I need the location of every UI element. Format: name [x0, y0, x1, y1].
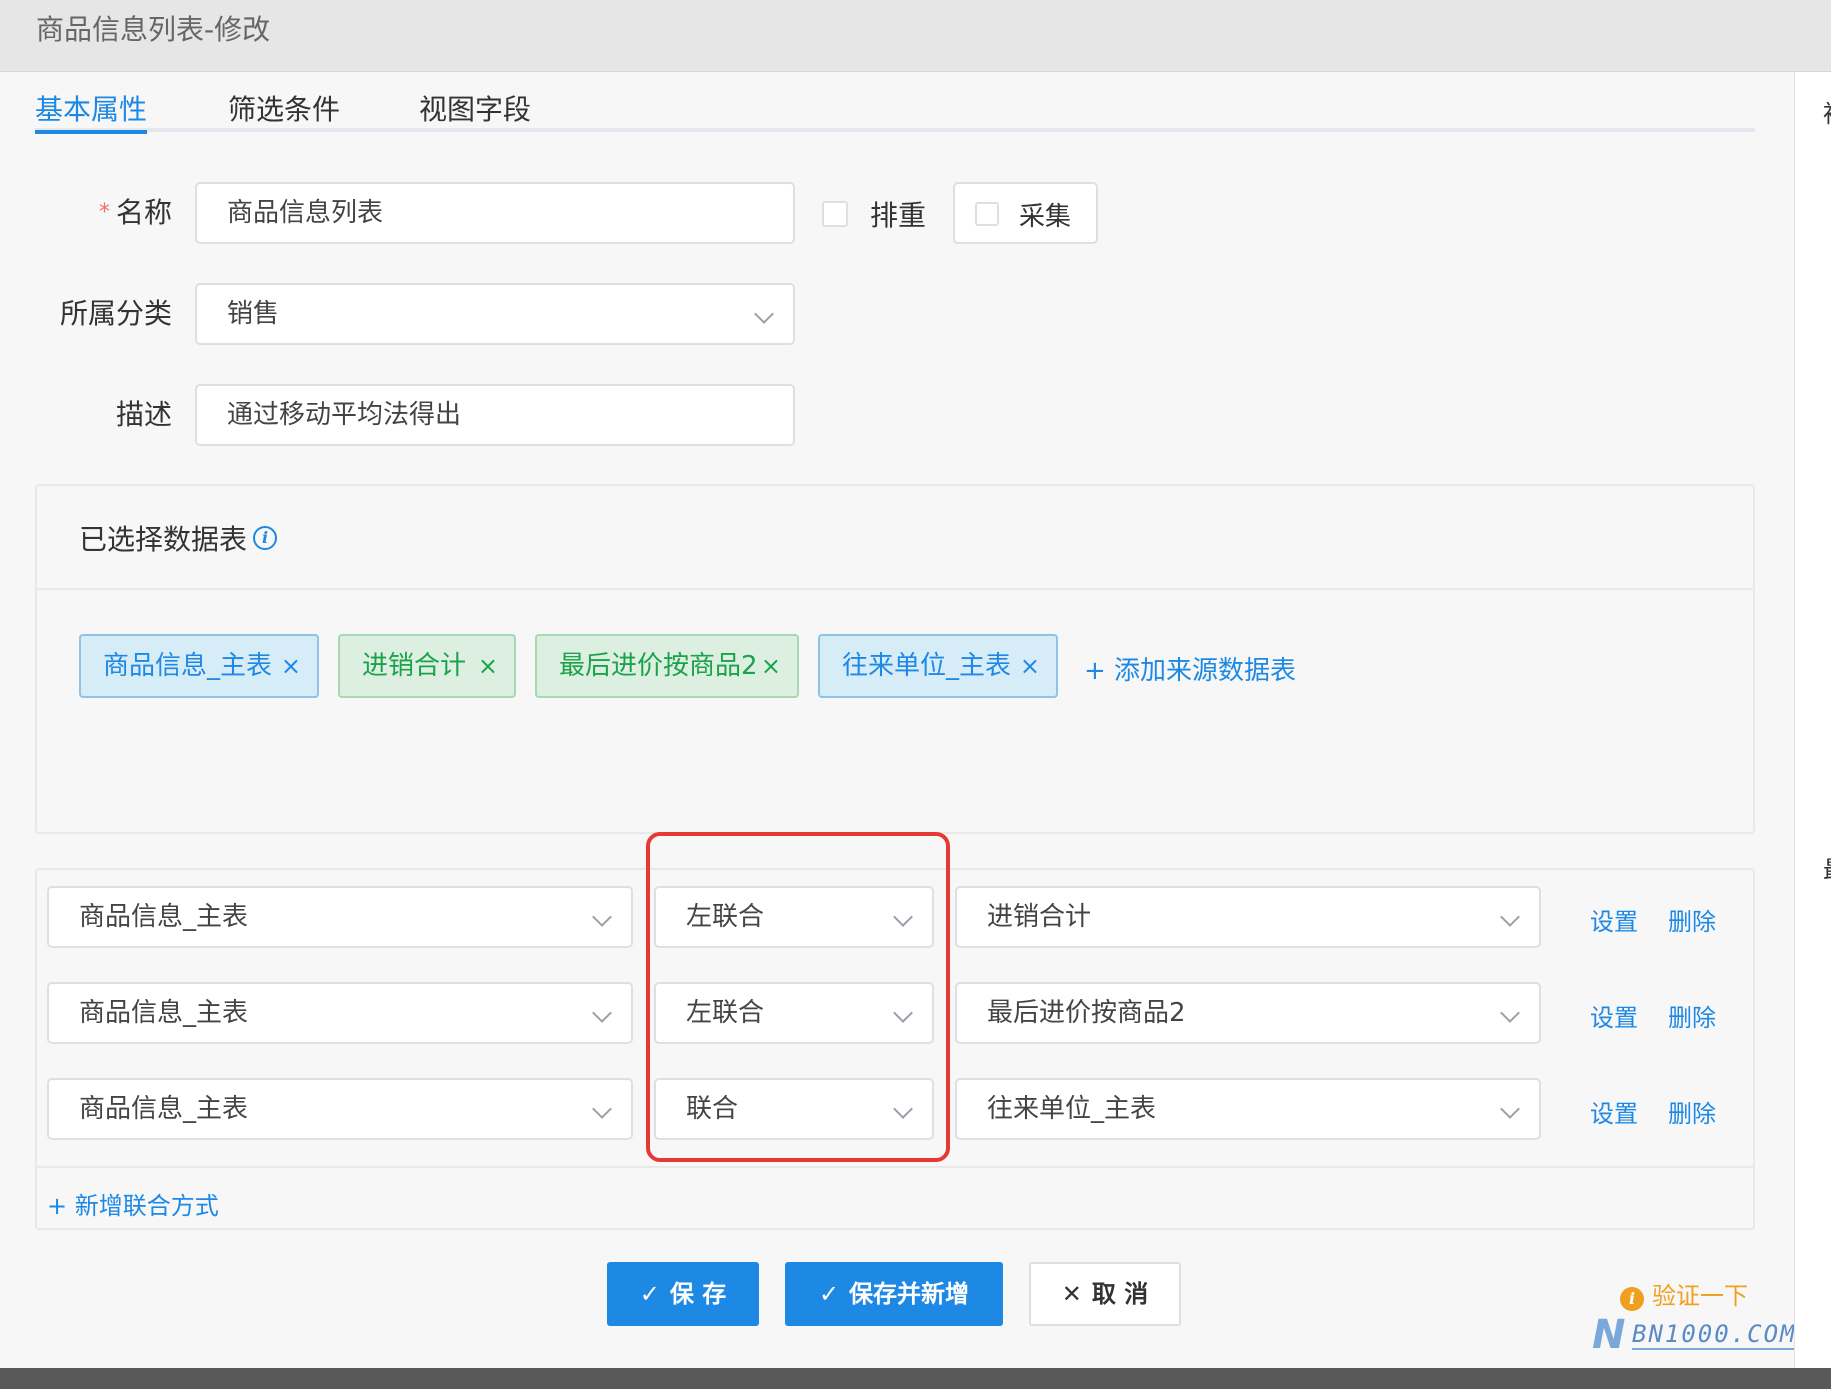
join-right-table-select[interactable]: 进销合计	[955, 886, 1541, 948]
join-right-table-select[interactable]: 往来单位_主表	[955, 1078, 1541, 1140]
check-icon: ✓	[818, 1280, 840, 1308]
background-window-edge: 袖 最	[1794, 72, 1831, 1368]
tab-bar: 基本属性 筛选条件 视图字段	[35, 90, 1755, 134]
join-left-table-select[interactable]: 商品信息_主表	[47, 1078, 633, 1140]
cancel-button-label: 取 消	[1091, 1280, 1149, 1308]
collect-checkbox[interactable]	[975, 202, 999, 226]
description-input[interactable]: 通过移动平均法得出	[195, 384, 795, 446]
selected-tables-panel: 已选择数据表 i 商品信息_主表 × 进销合计 × 最后进价按商品2 × 往来单…	[35, 484, 1755, 834]
chevron-down-icon	[592, 907, 612, 927]
cancel-button[interactable]: ✕ 取 消	[1029, 1262, 1181, 1326]
check-icon: ✓	[639, 1280, 660, 1308]
save-and-new-button[interactable]: ✓ 保存并新增	[785, 1262, 1003, 1326]
join-settings-link[interactable]: 设置	[1590, 998, 1638, 1033]
join-delete-link[interactable]: 删除	[1668, 998, 1716, 1033]
save-button[interactable]: ✓ 保 存	[607, 1262, 759, 1326]
join-right-table-value: 最后进价按商品2	[987, 998, 1186, 1028]
add-source-table-link[interactable]: + 添加来源数据表	[1084, 650, 1296, 687]
tab-active-indicator	[35, 130, 147, 134]
info-icon[interactable]: i	[253, 526, 277, 550]
close-icon[interactable]: ×	[1020, 636, 1040, 696]
collect-option[interactable]: 采集	[953, 182, 1098, 244]
join-right-table-value: 进销合计	[987, 902, 1092, 932]
watermark-text: BN1000.COM	[1632, 1320, 1797, 1350]
table-chip-label: 往来单位_主表	[842, 651, 1012, 681]
background-text: 袖	[1823, 94, 1831, 129]
dedupe-checkbox[interactable]	[822, 201, 848, 227]
join-settings-link[interactable]: 设置	[1590, 1094, 1638, 1129]
chevron-down-icon	[1500, 1099, 1520, 1119]
table-chip: 往来单位_主表 ×	[818, 634, 1058, 698]
category-select[interactable]: 销售	[195, 283, 795, 345]
selected-tables-header: 已选择数据表 i	[37, 486, 1753, 590]
table-chip: 进销合计 ×	[338, 634, 516, 698]
background-text: 最	[1823, 850, 1831, 885]
close-icon: ✕	[1061, 1280, 1082, 1308]
tab-basic-properties[interactable]: 基本属性	[35, 90, 147, 130]
dialog-titlebar: 商品信息列表-修改	[0, 0, 1831, 72]
table-chip-label: 最后进价按商品2	[559, 651, 758, 681]
category-label: 所属分类	[59, 297, 172, 330]
join-right-table-select[interactable]: 最后进价按商品2	[955, 982, 1541, 1044]
selected-tables-title: 已选择数据表	[79, 523, 248, 556]
chevron-down-icon	[754, 304, 774, 324]
category-value: 销售	[227, 299, 280, 329]
name-label: * 名称	[32, 182, 172, 244]
verify-label: 验证一下	[1652, 1282, 1748, 1310]
join-panel-divider	[37, 1166, 1753, 1168]
join-left-table-value: 商品信息_主表	[79, 902, 249, 932]
chevron-down-icon	[1500, 1003, 1520, 1023]
table-chip: 商品信息_主表 ×	[79, 634, 319, 698]
join-right-table-value: 往来单位_主表	[987, 1094, 1157, 1124]
dialog-body: 基本属性 筛选条件 视图字段 * 名称 商品信息列表 排重 采集 所属分类 销售 …	[0, 72, 1794, 1368]
tab-view-fields[interactable]: 视图字段	[419, 90, 531, 130]
verify-link[interactable]: i 验证一下	[1620, 1276, 1748, 1311]
join-type-highlight-box	[646, 832, 950, 1162]
table-chip-label: 商品信息_主表	[103, 651, 273, 681]
join-left-table-select[interactable]: 商品信息_主表	[47, 982, 633, 1044]
save-and-new-button-label: 保存并新增	[849, 1280, 970, 1308]
watermark-letter: N	[1592, 1312, 1626, 1358]
collect-label: 采集	[1019, 202, 1072, 232]
tab-filter-conditions[interactable]: 筛选条件	[228, 90, 340, 130]
chevron-down-icon	[1500, 907, 1520, 927]
close-icon[interactable]: ×	[478, 636, 498, 696]
close-icon[interactable]: ×	[281, 636, 301, 696]
join-left-table-value: 商品信息_主表	[79, 1094, 249, 1124]
chevron-down-icon	[592, 1099, 612, 1119]
watermark-logo: N BN1000.COM	[1592, 1312, 1797, 1358]
table-chip-label: 进销合计	[362, 651, 467, 681]
join-settings-link[interactable]: 设置	[1590, 902, 1638, 937]
table-chip: 最后进价按商品2 ×	[535, 634, 799, 698]
join-delete-link[interactable]: 删除	[1668, 902, 1716, 937]
dialog-title: 商品信息列表-修改	[36, 13, 271, 46]
warning-info-icon: i	[1620, 1287, 1644, 1311]
required-mark: *	[98, 200, 110, 225]
save-button-label: 保 存	[669, 1280, 727, 1308]
name-input[interactable]: 商品信息列表	[195, 182, 795, 244]
name-label-text: 名称	[115, 196, 172, 229]
chevron-down-icon	[592, 1003, 612, 1023]
join-delete-link[interactable]: 删除	[1668, 1094, 1716, 1129]
dedupe-label: 排重	[870, 199, 927, 232]
join-left-table-value: 商品信息_主表	[79, 998, 249, 1028]
description-label: 描述	[115, 398, 172, 431]
add-join-link[interactable]: + 新增联合方式	[47, 1186, 219, 1221]
background-bottom-bar	[0, 1368, 1831, 1389]
join-left-table-select[interactable]: 商品信息_主表	[47, 886, 633, 948]
close-icon[interactable]: ×	[761, 636, 781, 696]
